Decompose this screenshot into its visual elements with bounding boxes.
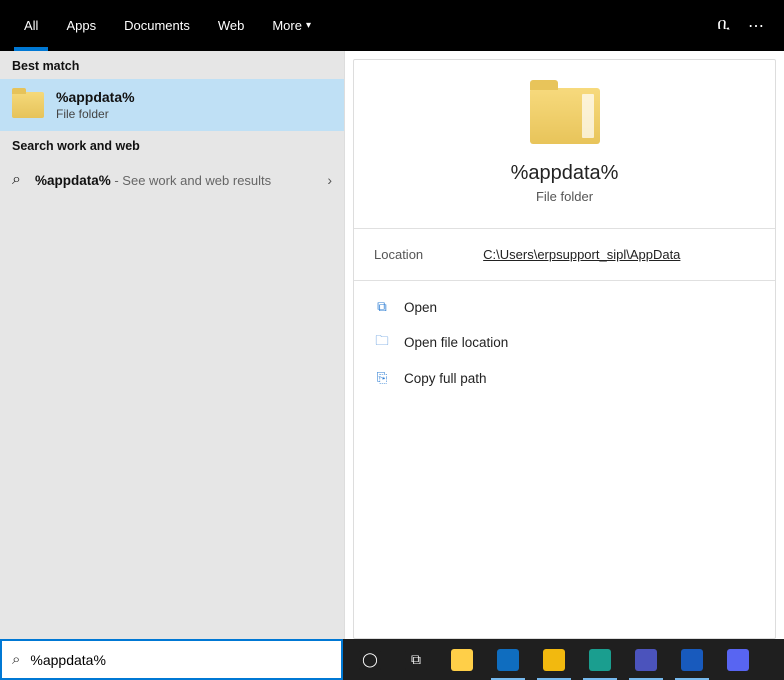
folder-open-icon: 🗀 bbox=[374, 331, 390, 354]
taskbar-task-view[interactable]: ⧉ bbox=[395, 639, 437, 680]
filter-tabs: All Apps Documents Web More▾ bbox=[10, 0, 325, 51]
taskbar-teams[interactable] bbox=[625, 639, 667, 680]
tab-web[interactable]: Web bbox=[204, 0, 259, 51]
chevron-right-icon: › bbox=[327, 172, 332, 188]
taskbar-outlook[interactable] bbox=[487, 639, 529, 680]
taskbar-edge[interactable] bbox=[579, 639, 621, 680]
tab-apps[interactable]: Apps bbox=[52, 0, 110, 51]
web-term: %appdata% bbox=[35, 173, 111, 188]
search-icon: ⌕ bbox=[12, 651, 20, 668]
preview-subtitle: File folder bbox=[536, 189, 593, 204]
feedback-icon[interactable]: ቢ bbox=[717, 16, 730, 36]
search-icon: ⌕ bbox=[12, 171, 21, 189]
action-open[interactable]: ⧉Open bbox=[370, 291, 759, 323]
tab-more[interactable]: More▾ bbox=[258, 0, 325, 51]
action-copy-path[interactable]: ⎘Copy full path bbox=[370, 362, 759, 394]
location-link[interactable]: C:\Users\erpsupport_sipl\AppData bbox=[483, 247, 680, 262]
location-label: Location bbox=[374, 247, 423, 262]
open-icon: ⧉ bbox=[374, 299, 390, 315]
more-options-icon[interactable]: ⋯ bbox=[748, 16, 764, 36]
best-match-subtitle: File folder bbox=[56, 107, 135, 121]
copy-icon: ⎘ bbox=[374, 370, 390, 386]
taskbar-file-explorer[interactable] bbox=[441, 639, 483, 680]
tab-all[interactable]: All bbox=[10, 0, 52, 51]
taskbar-discord[interactable] bbox=[717, 639, 759, 680]
web-suffix: - See work and web results bbox=[111, 173, 271, 188]
folder-icon-large bbox=[530, 88, 600, 144]
action-open-location[interactable]: 🗀Open file location bbox=[370, 323, 759, 362]
chevron-down-icon: ▾ bbox=[306, 20, 311, 31]
taskbar-word[interactable] bbox=[671, 639, 713, 680]
tab-documents[interactable]: Documents bbox=[110, 0, 204, 51]
folder-icon bbox=[12, 92, 44, 118]
preview-title: %appdata% bbox=[511, 162, 619, 185]
preview-panel: %appdata% File folder Location C:\Users\… bbox=[344, 51, 784, 639]
search-web-heading: Search work and web bbox=[0, 131, 344, 159]
taskbar-cortana[interactable]: ◯ bbox=[349, 639, 391, 680]
best-match-heading: Best match bbox=[0, 51, 344, 79]
search-header: All Apps Documents Web More▾ ቢ ⋯ bbox=[0, 0, 784, 51]
web-result[interactable]: ⌕ %appdata% - See work and web results › bbox=[0, 159, 344, 201]
search-input[interactable] bbox=[30, 652, 331, 668]
best-match-title: %appdata% bbox=[56, 89, 135, 105]
results-panel: Best match %appdata% File folder Search … bbox=[0, 51, 344, 639]
search-box[interactable]: ⌕ bbox=[0, 639, 343, 680]
taskbar-chrome[interactable] bbox=[533, 639, 575, 680]
best-match-result[interactable]: %appdata% File folder bbox=[0, 79, 344, 131]
taskbar: ◯⧉ bbox=[343, 639, 784, 680]
